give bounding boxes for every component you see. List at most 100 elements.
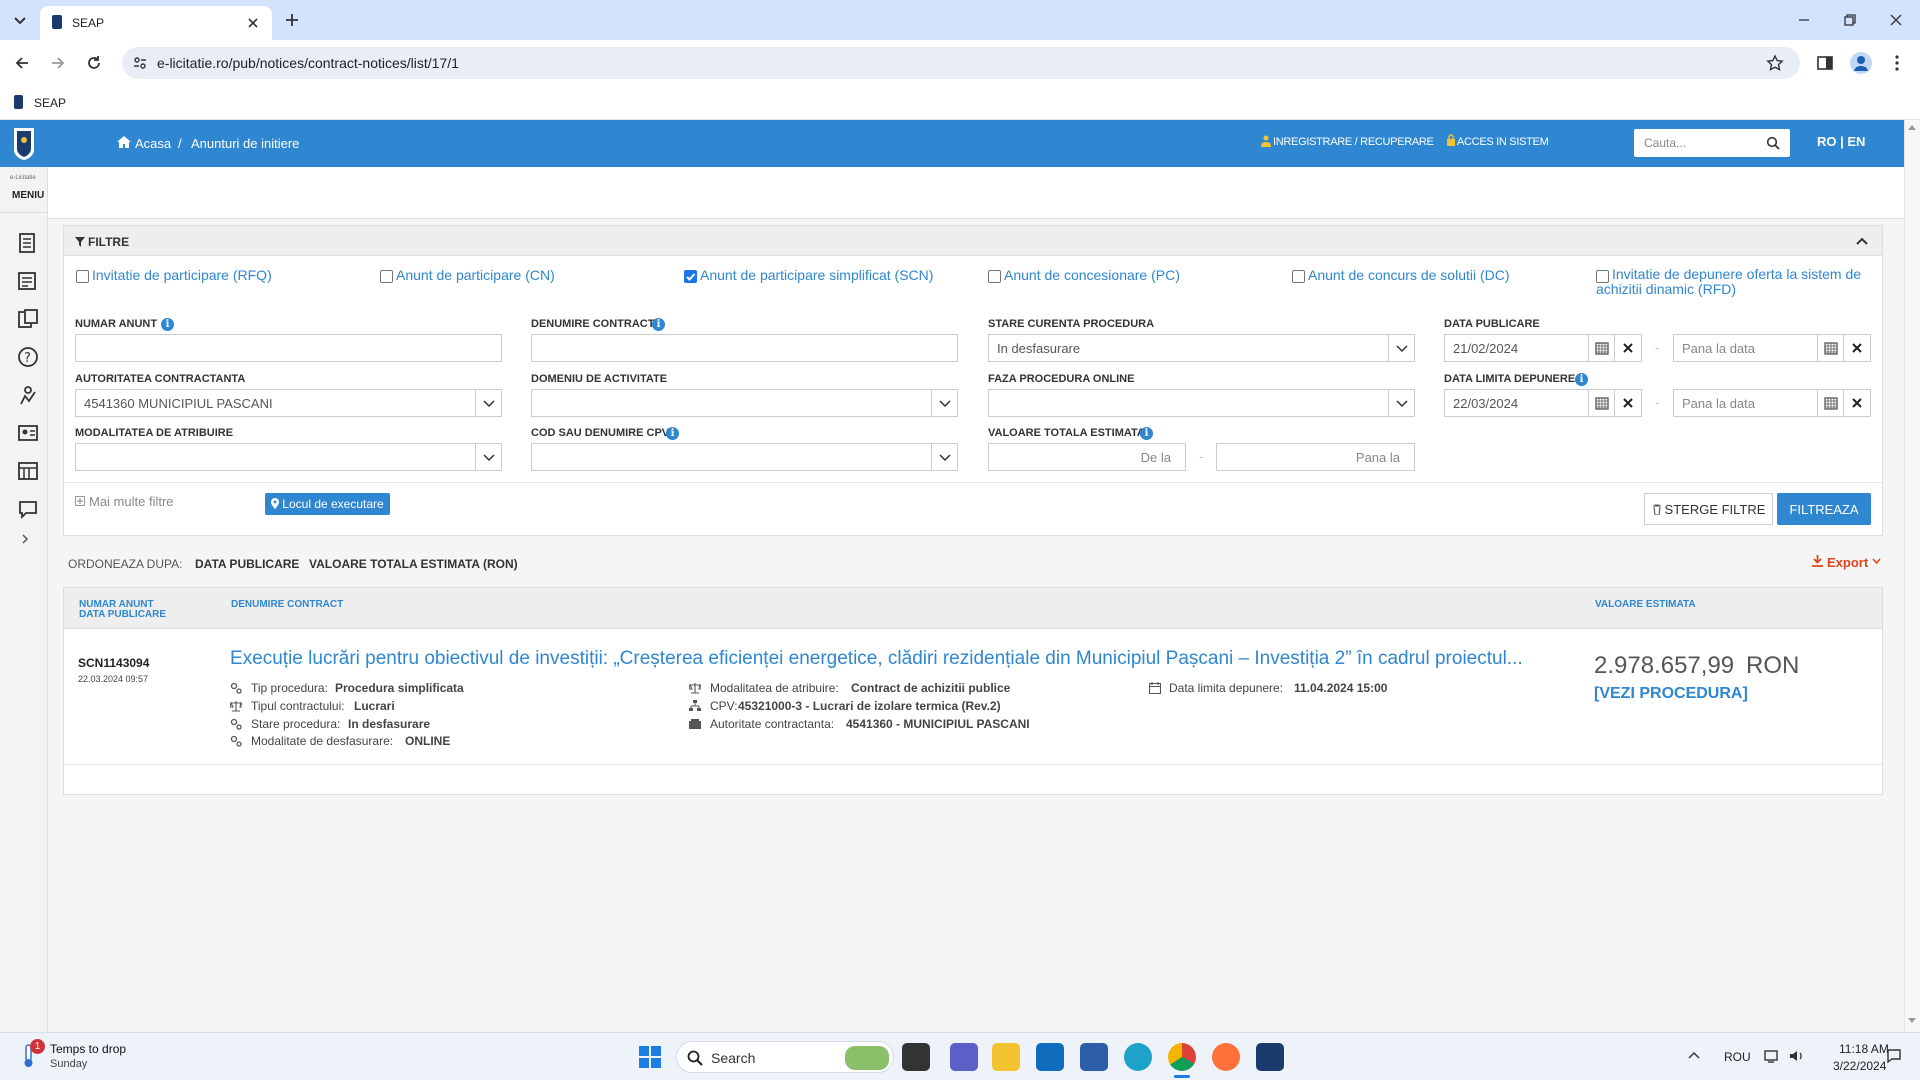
export-chevron-icon[interactable] [1872, 558, 1881, 565]
clock-time[interactable]: 11:18 AM [1839, 1042, 1889, 1056]
list-icon[interactable] [17, 270, 39, 292]
address-bar[interactable]: e-licitatie.ro/pub/notices/contract-noti… [122, 47, 1800, 79]
clear-date-icon[interactable] [1614, 334, 1642, 362]
back-icon[interactable] [12, 53, 32, 73]
teams-icon[interactable] [950, 1043, 978, 1071]
checkbox[interactable] [988, 270, 1001, 283]
data-limita-from-input[interactable]: 22/03/2024 [1444, 389, 1591, 417]
chrome-icon[interactable] [1168, 1043, 1196, 1071]
data-limita-to-input[interactable]: Pana la data [1673, 389, 1820, 417]
windows-start-icon[interactable] [638, 1045, 662, 1069]
more-filters-link[interactable]: Mai multe filtre [89, 494, 174, 509]
notification-icon[interactable] [1886, 1048, 1902, 1064]
task-view-icon[interactable] [902, 1043, 930, 1071]
reload-icon[interactable] [84, 53, 104, 73]
page-scrollbar[interactable] [1904, 120, 1920, 1032]
collapse-chevron-icon[interactable] [1856, 236, 1868, 246]
taskbar-search-box[interactable]: Search [676, 1041, 894, 1073]
type-label-cn[interactable]: Anunt de participare (CN) [396, 267, 555, 283]
outlook-icon[interactable] [1036, 1043, 1064, 1071]
denumire-contract-input[interactable] [531, 334, 958, 362]
catalog-icon[interactable] [17, 460, 39, 482]
side-panel-icon[interactable] [1816, 54, 1834, 72]
tab-search-chevron-icon[interactable] [8, 8, 32, 32]
statistics-icon[interactable] [17, 384, 39, 406]
tray-chevron-icon[interactable] [1688, 1051, 1700, 1059]
cpv-dropdown-chevron-icon[interactable] [931, 443, 957, 471]
info-icon[interactable]: i [1575, 373, 1588, 386]
clear-date-icon[interactable] [1843, 389, 1871, 417]
modalitatea-dropdown-chevron-icon[interactable] [475, 443, 501, 471]
modalitatea-select[interactable] [75, 443, 502, 471]
stare-dropdown-chevron-icon[interactable] [1388, 334, 1414, 362]
autoritatea-select[interactable]: 4541360 MUNICIPIUL PASCANI [75, 389, 502, 417]
valoare-from-input[interactable]: De la [988, 443, 1186, 471]
tab-close-icon[interactable] [246, 16, 260, 30]
close-window-icon[interactable] [1888, 12, 1904, 28]
info-icon[interactable]: i [1140, 427, 1153, 440]
app-icon[interactable] [1256, 1043, 1284, 1071]
breadcrumb-home[interactable]: Acasa [135, 136, 171, 151]
checkbox[interactable] [1292, 270, 1305, 283]
calendar-icon[interactable] [1817, 389, 1845, 417]
info-icon[interactable]: i [666, 427, 679, 440]
clock-date[interactable]: 3/22/2024 [1833, 1059, 1886, 1073]
data-publicare-to-input[interactable]: Pana la data [1673, 334, 1820, 362]
browser-menu-icon[interactable] [1888, 54, 1906, 72]
type-label-dc[interactable]: Anunt de concurs de solutii (DC) [1308, 267, 1510, 283]
sort-by-data-publicare[interactable]: DATA PUBLICARE [195, 557, 299, 571]
type-checkbox-pc[interactable] [988, 270, 1001, 283]
type-checkbox-cn[interactable] [380, 270, 393, 283]
calendar-icon[interactable] [1817, 334, 1845, 362]
expand-nav-icon[interactable] [18, 532, 32, 546]
edge-icon[interactable] [1124, 1043, 1152, 1071]
restore-icon[interactable] [1842, 12, 1858, 28]
calendar-icon[interactable] [1588, 334, 1616, 362]
contact-card-icon[interactable] [17, 422, 39, 444]
notices-icon[interactable] [17, 232, 37, 254]
type-checkbox-rfq[interactable] [76, 270, 89, 283]
documents-icon[interactable] [17, 308, 39, 330]
calendar-icon[interactable] [1588, 389, 1616, 417]
view-procedure-link[interactable]: [VEZI PROCEDURA] [1594, 685, 1748, 703]
input-language[interactable]: ROU [1724, 1050, 1751, 1064]
result-title-link[interactable]: Execuție lucrări pentru obiectivul de in… [230, 648, 1570, 670]
network-icon[interactable] [1764, 1048, 1782, 1064]
col-data-publicare[interactable]: DATA PUBLICARE [79, 609, 166, 620]
info-icon[interactable]: i [652, 318, 665, 331]
cpv-select[interactable] [531, 443, 958, 471]
language-switch[interactable]: RO | EN [1817, 134, 1865, 149]
clear-date-icon[interactable] [1614, 389, 1642, 417]
weather-title[interactable]: Temps to drop [50, 1042, 126, 1056]
bookmark-star-icon[interactable] [1766, 54, 1784, 72]
scroll-down-icon[interactable] [1908, 1018, 1916, 1024]
browser-tab-active[interactable]: SEAP [40, 6, 272, 40]
chat-icon[interactable] [17, 498, 39, 520]
search-icon[interactable] [1766, 136, 1780, 150]
stare-curenta-select[interactable]: In desfasurare [988, 334, 1415, 362]
filter-apply-button[interactable]: FILTREAZA [1777, 493, 1871, 525]
numar-anunt-input[interactable] [75, 334, 502, 362]
scroll-up-icon[interactable] [1908, 124, 1916, 130]
type-label-rfq[interactable]: Invitatie de participare (RFQ) [92, 267, 272, 283]
file-explorer-icon[interactable] [992, 1043, 1020, 1071]
type-label-pc[interactable]: Anunt de concesionare (PC) [1004, 267, 1180, 283]
faza-dropdown-chevron-icon[interactable] [1388, 389, 1414, 417]
header-search-input[interactable]: Cauta... [1634, 129, 1790, 157]
help-icon[interactable]: ? [17, 346, 39, 368]
firefox-icon[interactable] [1212, 1043, 1240, 1071]
clear-filters-button[interactable]: STERGE FILTRE [1644, 493, 1773, 525]
store-icon[interactable] [1080, 1043, 1108, 1071]
seap-logo[interactable] [0, 120, 48, 167]
type-label-rfd[interactable]: Invitatie de depunere oferta la sistem d… [1596, 267, 1876, 297]
faza-select[interactable] [988, 389, 1415, 417]
type-label-scn[interactable]: Anunt de participare simplificat (SCN) [700, 267, 933, 283]
clear-date-icon[interactable] [1843, 334, 1871, 362]
volume-icon[interactable] [1788, 1048, 1806, 1064]
locul-executare-button[interactable]: Locul de executare [265, 493, 390, 515]
register-link[interactable]: INREGISTRARE / RECUPERARE [1273, 136, 1434, 148]
checkbox-checked[interactable] [684, 270, 697, 283]
autoritatea-dropdown-chevron-icon[interactable] [475, 389, 501, 417]
sort-by-valoare[interactable]: VALOARE TOTALA ESTIMATA (RON) [309, 557, 518, 571]
login-link[interactable]: ACCES IN SISTEM [1457, 136, 1549, 148]
